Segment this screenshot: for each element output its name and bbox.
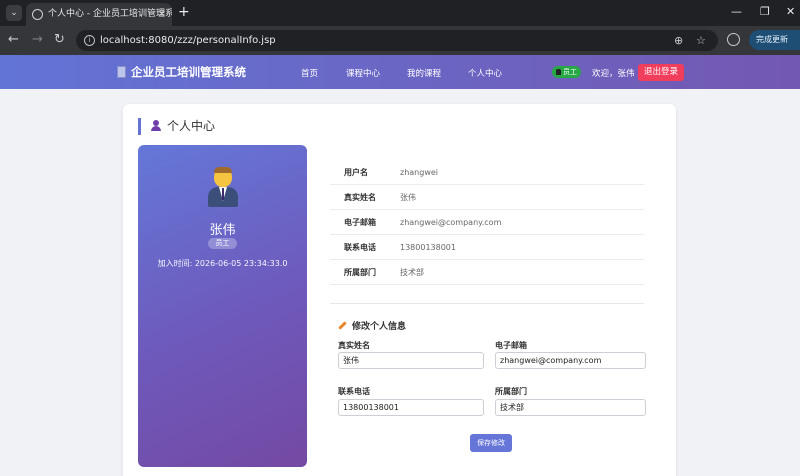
info-value: 张伟 — [400, 193, 416, 202]
site-info-icon[interactable]: i — [84, 35, 95, 46]
bookmark-star-icon[interactable]: ☆ — [696, 30, 706, 51]
phone-label: 联系电话 — [338, 387, 370, 396]
profile-icon[interactable] — [727, 33, 740, 46]
info-label: 真实姓名 — [344, 193, 376, 202]
role-badge: 员工 — [552, 66, 581, 78]
pencil-icon — [338, 321, 347, 330]
new-tab-button[interactable]: + — [178, 4, 190, 20]
nav-my-courses[interactable]: 我的课程 — [407, 67, 441, 79]
personal-center-card: 个人中心 张伟 员工 加入时间: 2026-06-05 23:34:33.0 用… — [123, 104, 676, 476]
profile-role-badge: 员工 — [208, 238, 237, 249]
close-tab-icon[interactable]: ✕ — [158, 3, 166, 26]
info-value: 13800138001 — [400, 243, 456, 252]
profile-name: 张伟 — [209, 223, 236, 238]
info-label: 电子邮箱 — [344, 218, 376, 227]
edit-section-title: 修改个人信息 — [338, 319, 406, 332]
nav-personal-center[interactable]: 个人中心 — [468, 67, 502, 79]
email-label: 电子邮箱 — [495, 341, 527, 350]
brand-title: 企业员工培训管理系统 — [131, 65, 246, 79]
zoom-icon[interactable]: ⊕ — [674, 30, 683, 51]
info-table: 用户名 zhangwei 真实姓名 张伟 电子邮箱 zhangwei@compa… — [330, 160, 644, 285]
forward-button[interactable]: → — [32, 32, 43, 48]
building-icon — [117, 66, 126, 78]
info-row-phone: 联系电话 13800138001 — [330, 235, 644, 260]
browser-tabstrip: ⌄ 个人中心 - 企业员工培训管理系统 ✕ + — ❐ ✕ — [0, 0, 800, 26]
role-badge-label: 员工 — [563, 68, 577, 76]
avatar — [206, 167, 240, 207]
info-value: zhangwei@company.com — [400, 218, 502, 227]
logout-button[interactable]: 退出登录 — [638, 64, 684, 81]
profile-panel: 张伟 员工 加入时间: 2026-06-05 23:34:33.0 — [138, 145, 307, 467]
info-label: 联系电话 — [344, 243, 376, 252]
user-icon — [556, 69, 561, 75]
url-text: localhost:8080/zzz/personalInfo.jsp — [100, 35, 276, 46]
browser-toolbar: ← → ↻ i localhost:8080/zzz/personalInfo.… — [0, 26, 800, 55]
info-row-department: 所属部门 技术部 — [330, 260, 644, 285]
info-row-username: 用户名 zhangwei — [330, 160, 644, 185]
reload-button[interactable]: ↻ — [54, 32, 65, 48]
edit-section-title-text: 修改个人信息 — [352, 322, 407, 332]
brand[interactable]: 企业员工培训管理系统 — [117, 64, 246, 80]
info-value: zhangwei — [400, 168, 439, 177]
minimize-button[interactable]: — — [731, 5, 742, 18]
app-header: 企业员工培训管理系统 首页 课程中心 我的课程 个人中心 员工 欢迎，张伟 退出… — [0, 55, 800, 89]
profile-join-date: 加入时间: 2026-06-05 23:34:33.0 — [157, 259, 288, 268]
section-divider — [330, 303, 644, 304]
address-bar[interactable]: i localhost:8080/zzz/personalInfo.jsp ⊕ … — [76, 30, 718, 51]
globe-icon — [32, 9, 43, 20]
back-button[interactable]: ← — [8, 32, 19, 48]
browser-tab[interactable]: 个人中心 - 企业员工培训管理系统 ✕ — [26, 3, 172, 26]
welcome-text: 欢迎，张伟 — [592, 69, 635, 79]
nav-course-center[interactable]: 课程中心 — [346, 67, 380, 79]
tab-title: 个人中心 - 企业员工培训管理系统 — [48, 9, 172, 19]
nav-home[interactable]: 首页 — [301, 67, 318, 79]
realname-input[interactable]: 张伟 — [338, 352, 484, 369]
email-input[interactable]: zhangwei@company.com — [495, 352, 646, 369]
update-button[interactable]: 完成更新 — [749, 30, 800, 50]
info-label: 用户名 — [344, 168, 368, 177]
maximize-button[interactable]: ❐ — [760, 5, 770, 18]
page-title: 个人中心 — [138, 118, 215, 135]
info-row-realname: 真实姓名 张伟 — [330, 185, 644, 210]
person-icon — [151, 120, 161, 131]
close-window-button[interactable]: ✕ — [786, 5, 795, 18]
tab-search-button[interactable]: ⌄ — [6, 5, 22, 21]
phone-input[interactable]: 13800138001 — [338, 399, 484, 416]
save-button[interactable]: 保存修改 — [470, 434, 512, 452]
realname-label: 真实姓名 — [338, 341, 370, 350]
department-input[interactable]: 技术部 — [495, 399, 646, 416]
department-label: 所属部门 — [495, 387, 527, 396]
info-label: 所属部门 — [344, 268, 376, 277]
info-value: 技术部 — [400, 268, 424, 277]
info-row-email: 电子邮箱 zhangwei@company.com — [330, 210, 644, 235]
page-title-text: 个人中心 — [167, 119, 216, 133]
